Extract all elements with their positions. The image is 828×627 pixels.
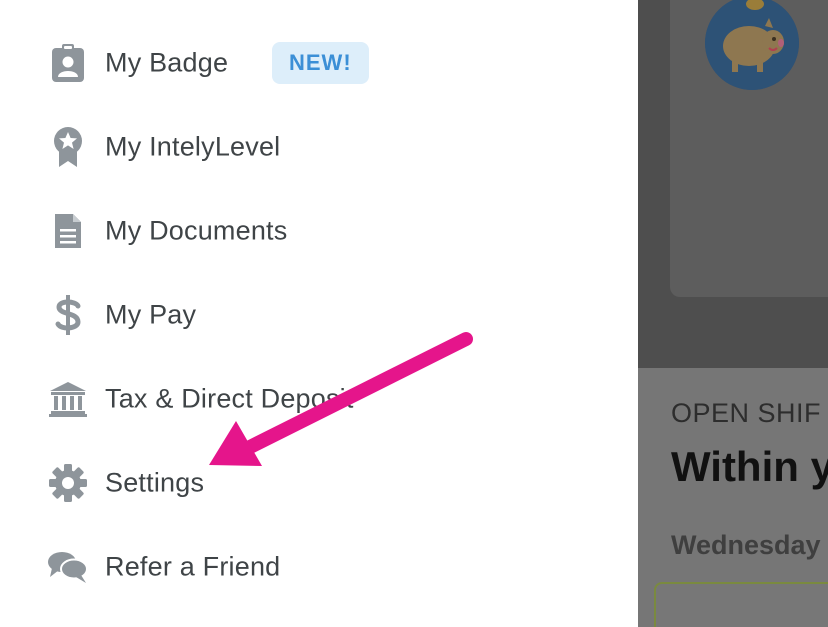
section-heading: Within y [671, 443, 828, 490]
menu-item-my-intelylevel[interactable]: My IntelyLevel [0, 105, 638, 189]
chat-bubbles-icon [46, 545, 90, 589]
menu-item-tax-direct-deposit[interactable]: Tax & Direct Deposit [0, 357, 638, 441]
menu-item-label: My IntelyLevel [105, 131, 281, 162]
new-badge: NEW! [272, 42, 369, 84]
menu-item-label: Refer a Friend [105, 551, 281, 582]
menu-item-my-pay[interactable]: My Pay [0, 273, 638, 357]
menu-item-label: My Documents [105, 215, 288, 246]
menu-item-refer-a-friend[interactable]: Refer a Friend [0, 525, 638, 609]
menu-item-label: Tax & Direct Deposit [105, 383, 354, 414]
navigation-drawer: My Badge NEW! My IntelyLevel My Document… [0, 0, 638, 627]
award-ribbon-icon [46, 125, 90, 169]
badge-icon [46, 41, 90, 85]
document-icon [46, 209, 90, 253]
section-label: OPEN SHIF [671, 398, 822, 428]
day-label: Wednesday [671, 530, 821, 560]
shift-card [654, 582, 828, 627]
piggy-bank-avatar-icon [705, 0, 799, 90]
menu-item-settings[interactable]: Settings [0, 441, 638, 525]
menu-item-label: Settings [105, 467, 205, 498]
menu-item-label: My Badge [105, 47, 229, 78]
menu-item-label: My Pay [105, 299, 197, 330]
gear-icon [46, 461, 90, 505]
bank-icon [46, 377, 90, 421]
menu-item-my-documents[interactable]: My Documents [0, 189, 638, 273]
dollar-icon [46, 293, 90, 337]
menu-item-my-badge[interactable]: My Badge NEW! [0, 21, 638, 105]
